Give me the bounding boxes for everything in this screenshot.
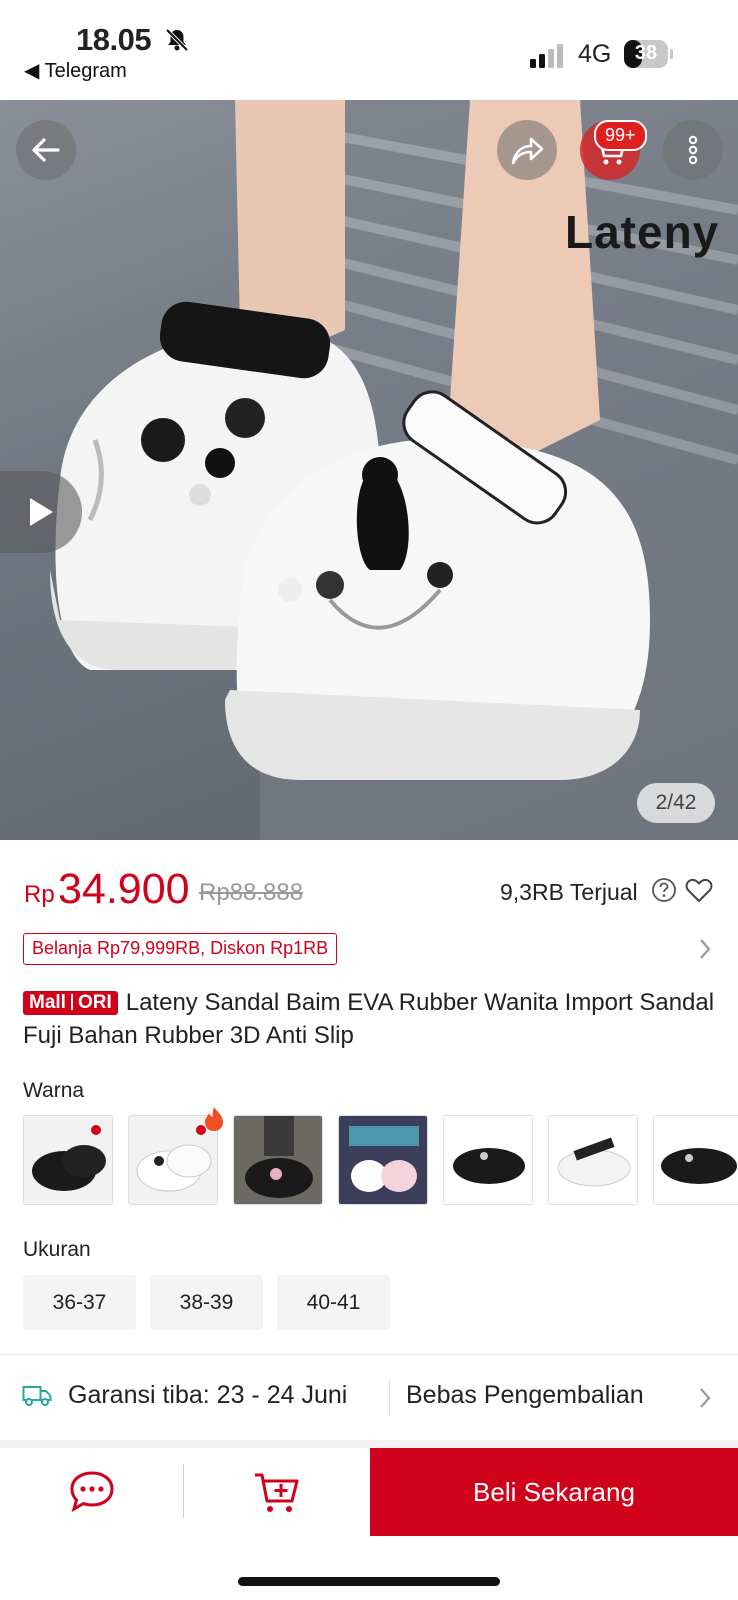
color-swatch-black-logo[interactable]: [23, 1115, 113, 1205]
home-indicator[interactable]: [238, 1577, 500, 1586]
size-option-40-41[interactable]: 40-41: [277, 1275, 390, 1330]
chevron-right-icon: [700, 1388, 711, 1408]
clock: 18.05: [76, 22, 152, 57]
more-options-button[interactable]: [663, 120, 723, 180]
bell-muted-icon: [165, 28, 189, 52]
play-icon: [30, 498, 53, 526]
color-swatch-white-pink-display[interactable]: [338, 1115, 428, 1205]
cart-count-badge: 99+: [594, 120, 647, 151]
back-button[interactable]: [16, 120, 76, 180]
delivery-estimate: Garansi tiba: 23 - 24 Juni: [68, 1381, 348, 1409]
chat-button[interactable]: [0, 1448, 184, 1536]
add-cart-icon: [255, 1473, 299, 1512]
size-label: Ukuran: [23, 1238, 91, 1261]
size-option-38-39[interactable]: 38-39: [150, 1275, 263, 1330]
brand-watermark: Lateny: [565, 206, 720, 258]
product-image-gallery[interactable]: 99+ Lateny 2/42: [0, 100, 738, 840]
hot-fire-icon: [205, 1107, 223, 1131]
price-row: Rp 34.900 Rp88.888 9,3RB Terjual: [24, 865, 724, 917]
discount-promo-tag[interactable]: Belanja Rp79,999RB, Diskon Rp1RB: [23, 933, 338, 965]
share-button[interactable]: [497, 120, 557, 180]
color-swatch-black-lifestyle[interactable]: [233, 1115, 323, 1205]
truck-icon: [22, 1386, 52, 1406]
back-to-app-link[interactable]: ◀ Telegram: [24, 58, 127, 83]
network-type: 4G: [578, 40, 612, 68]
color-swatch-black-partial[interactable]: [653, 1115, 738, 1205]
chat-icon: [70, 1471, 114, 1513]
section-gap: [0, 1440, 738, 1448]
buy-now-button[interactable]: Beli Sekarang: [370, 1448, 738, 1536]
help-icon[interactable]: [651, 877, 677, 903]
battery-level: 38: [634, 42, 658, 64]
currency-symbol: Rp: [24, 881, 55, 908]
signal-icon: [530, 44, 563, 68]
bottom-action-bar: Beli Sekarang: [0, 1448, 738, 1536]
play-video-button[interactable]: [0, 471, 82, 553]
color-swatch-white[interactable]: [548, 1115, 638, 1205]
mall-ori-badge: Mall ORI: [23, 991, 118, 1015]
size-option-36-37[interactable]: 36-37: [23, 1275, 136, 1330]
color-label: Warna: [23, 1079, 85, 1102]
original-price: Rp88.888: [199, 879, 304, 906]
status-bar: 18.05 ◀ Telegram 4G 38: [0, 0, 738, 100]
shipping-info-row[interactable]: Garansi tiba: 23 - 24 Juni Bebas Pengemb…: [0, 1355, 738, 1440]
arrow-left-icon: [32, 138, 60, 162]
sold-count: 9,3RB Terjual: [500, 879, 638, 905]
share-icon: [511, 137, 544, 165]
separator: [389, 1379, 390, 1415]
battery-icon: 38: [624, 40, 674, 68]
current-price: 34.900: [58, 865, 190, 913]
image-counter: 2/42: [637, 783, 715, 823]
free-return-label: Bebas Pengembalian: [406, 1381, 644, 1409]
more-vertical-icon: [688, 135, 698, 165]
product-title: Mall ORI Lateny Sandal Baim EVA Rubber Wan…: [23, 986, 723, 1052]
color-swatch-list: [23, 1115, 738, 1207]
chevron-right-icon[interactable]: [694, 935, 716, 963]
add-to-cart-button[interactable]: [184, 1448, 370, 1536]
mall-label: Mall: [29, 992, 66, 1013]
product-title-text: Lateny Sandal Baim EVA Rubber Wanita Imp…: [23, 989, 715, 1049]
ori-label: ORI: [77, 992, 112, 1013]
color-swatch-black[interactable]: [443, 1115, 533, 1205]
heart-icon[interactable]: [684, 875, 714, 905]
